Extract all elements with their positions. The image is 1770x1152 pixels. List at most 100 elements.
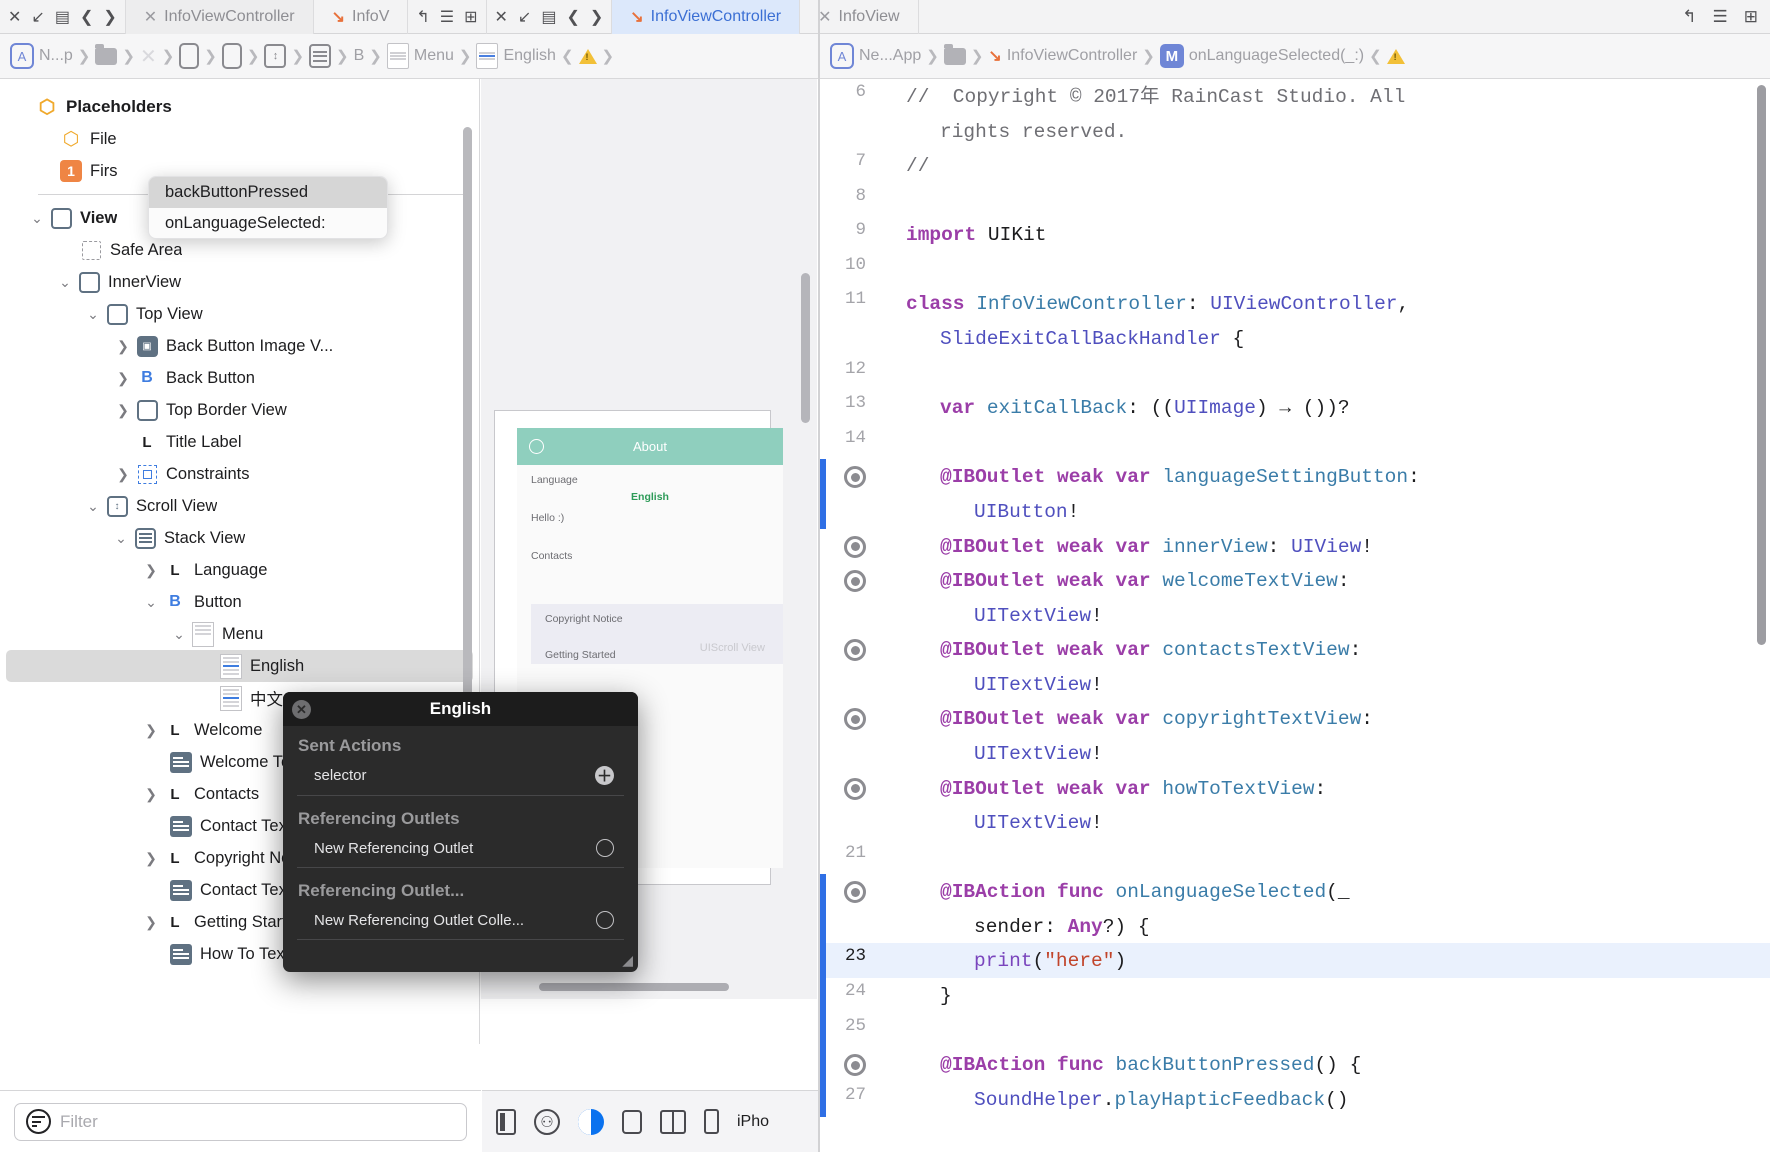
breadcrumb-menu[interactable]: Menu (386, 43, 454, 69)
back-chevron-icon[interactable]: ❮ (566, 7, 579, 27)
twisty-right-icon[interactable]: ❯ (140, 914, 162, 931)
code-line[interactable]: sender: Any?) { (820, 909, 1770, 944)
connections-popup[interactable]: ✕ English Sent Actions selector ＋ Refere… (283, 692, 638, 972)
back-chevron-icon[interactable]: ❮ (80, 7, 93, 27)
code-line[interactable]: 27 SoundHelper.playHapticFeedback() (820, 1082, 1770, 1117)
sent-actions-popup[interactable]: backButtonPressed onLanguageSelected: (148, 176, 388, 239)
code-line[interactable]: @IBOutlet weak var languageSettingButton… (820, 459, 1770, 494)
code-line[interactable]: UITextView! (820, 736, 1770, 771)
action-item-on-language-selected[interactable]: onLanguageSelected: (149, 208, 387, 238)
code-line[interactable]: UITextView! (820, 598, 1770, 633)
code-line[interactable]: 24} (820, 978, 1770, 1013)
list-icon[interactable]: ☰ (440, 7, 454, 27)
breakpoint-marker-icon[interactable] (820, 632, 880, 662)
outline-row-top-view[interactable]: ⌄ Top View (0, 298, 479, 330)
canvas-vertical-scrollbar[interactable] (801, 273, 810, 423)
breadcrumb-english[interactable]: English (476, 43, 556, 69)
minimize-icon[interactable]: ↙ (31, 7, 44, 27)
twisty-right-icon[interactable]: ❯ (112, 466, 134, 483)
outline-row-innerview[interactable]: ⌄ InnerView (0, 266, 479, 298)
tab-swift-partial[interactable]: ↘ InfoV (314, 0, 409, 34)
code-line[interactable]: @IBOutlet weak var contactsTextView: (820, 632, 1770, 667)
code-line[interactable]: UITextView! (820, 667, 1770, 702)
code-line[interactable]: 23 print("here") (820, 943, 1770, 979)
pane-splitter[interactable] (818, 0, 820, 1152)
breadcrumb-scrollview[interactable]: ↕ (264, 44, 287, 68)
code-line[interactable]: 10 (820, 252, 1770, 287)
add-editor-icon[interactable]: ⊞ (464, 7, 477, 27)
grid-icon[interactable]: ▤ (55, 7, 70, 27)
twisty-down-icon[interactable]: ⌄ (110, 530, 132, 547)
filter-field[interactable]: Filter (14, 1102, 467, 1141)
resize-grip-icon[interactable]: ◢ (622, 952, 633, 969)
twisty-right-icon[interactable]: ❯ (112, 338, 134, 355)
breadcrumb-stackview[interactable] (309, 44, 332, 68)
breakpoint-marker-icon[interactable] (820, 701, 880, 731)
device-label[interactable]: iPho (737, 1113, 769, 1131)
outline-row-english[interactable]: English (6, 650, 473, 682)
breakpoint-marker-icon[interactable] (820, 874, 880, 904)
code-line[interactable]: @IBOutlet weak var copyrightTextView: (820, 701, 1770, 736)
code-line[interactable]: UIButton! (820, 494, 1770, 529)
twisty-right-icon[interactable]: ❯ (140, 786, 162, 803)
breakpoint-marker-icon[interactable] (820, 1047, 880, 1077)
code-line[interactable]: @IBOutlet weak var innerView: UIView! (820, 529, 1770, 564)
undo-icon[interactable]: ↰ (416, 7, 429, 27)
code-line[interactable]: 9 import UIKit (820, 217, 1770, 252)
twisty-down-icon[interactable]: ⌄ (82, 306, 104, 323)
code-editor[interactable]: 6 // Copyright © 2017年 RainCast Studio. A… (820, 79, 1770, 1152)
device-icon[interactable] (704, 1109, 719, 1134)
twisty-right-icon[interactable]: ❯ (140, 850, 162, 867)
twisty-down-icon[interactable]: ⌄ (168, 626, 190, 643)
outline-row-stack-view[interactable]: ⌄ Stack View (0, 522, 479, 554)
add-editor-icon[interactable]: ⊞ (1744, 7, 1758, 27)
breadcrumb-viewcontroller[interactable] (179, 43, 200, 69)
issue-next-icon[interactable]: ❯ (599, 47, 618, 65)
code-line[interactable]: 12 (820, 356, 1770, 391)
tab-infoviewcontroller-swift[interactable]: ↘ InfoViewController (612, 0, 801, 34)
outline-row-button[interactable]: ⌄ B Button (0, 586, 479, 618)
breakpoint-marker-icon[interactable] (820, 529, 880, 558)
code-line[interactable]: @IBAction func backButtonPressed() { (820, 1047, 1770, 1082)
empty-circle-icon[interactable] (596, 839, 614, 857)
forward-chevron-icon[interactable]: ❯ (103, 7, 116, 27)
split-preview-icon[interactable] (660, 1109, 686, 1134)
outline-row-language-label[interactable]: ❯ L Language (0, 554, 479, 586)
forward-chevron-icon[interactable]: ❯ (590, 7, 603, 27)
twisty-down-icon[interactable]: ⌄ (82, 498, 104, 515)
issue-prev-icon[interactable]: ❮ (1366, 47, 1385, 65)
breadcrumb-file[interactable]: ↘ InfoViewController (988, 46, 1137, 66)
twisty-down-icon[interactable]: ⌄ (140, 594, 162, 611)
twisty-right-icon[interactable]: ❯ (112, 370, 134, 387)
list-icon[interactable]: ☰ (1713, 7, 1728, 27)
outline-row-files-owner[interactable]: ⬡ File (0, 123, 479, 155)
undo-icon[interactable]: ↰ (1682, 7, 1696, 27)
code-line[interactable]: 8 (820, 183, 1770, 218)
breadcrumb-storyboard[interactable]: ✕ (140, 44, 157, 69)
outline-row-top-border-view[interactable]: ❯ Top Border View (0, 394, 479, 426)
variants-icon[interactable] (622, 1109, 642, 1134)
code-line[interactable]: 21 (820, 840, 1770, 875)
breakpoint-marker-icon[interactable] (820, 771, 880, 800)
breadcrumb-method[interactable]: M onLanguageSelected(_:) (1159, 44, 1364, 68)
code-line[interactable]: @IBAction func onLanguageSelected(_ (820, 874, 1770, 909)
outline-row-back-button-image-view[interactable]: ❯ ▣ Back Button Image V... (0, 330, 479, 362)
breadcrumb-project[interactable]: A N...p (10, 43, 73, 69)
code-line[interactable]: 13 var exitCallBack: ((UIImage) → ())? (820, 390, 1770, 425)
connection-row-new-referencing-outlet-collection[interactable]: New Referencing Outlet Colle... (283, 907, 638, 936)
plus-circle-icon[interactable]: ＋ (595, 766, 614, 785)
outline-scrollbar[interactable] (463, 127, 472, 747)
action-item-back-button-pressed[interactable]: backButtonPressed (149, 177, 387, 208)
twisty-down-icon[interactable]: ⌄ (54, 274, 76, 291)
code-line[interactable]: 7 // (820, 148, 1770, 183)
twisty-right-icon[interactable]: ❯ (140, 562, 162, 579)
appearance-icon[interactable] (578, 1108, 604, 1135)
minimize-icon[interactable]: ↙ (518, 7, 531, 27)
outline-row-title-label[interactable]: L Title Label (0, 426, 479, 458)
outline-row-placeholders[interactable]: ⬡ Placeholders (0, 91, 479, 123)
tab-storyboard[interactable]: ✕ InfoViewController (125, 0, 314, 34)
empty-circle-icon[interactable] (596, 911, 614, 929)
code-line[interactable]: rights reserved. (820, 114, 1770, 149)
breakpoint-marker-icon[interactable] (820, 459, 880, 489)
outline-row-scroll-view[interactable]: ⌄ ↕ Scroll View (0, 490, 479, 522)
